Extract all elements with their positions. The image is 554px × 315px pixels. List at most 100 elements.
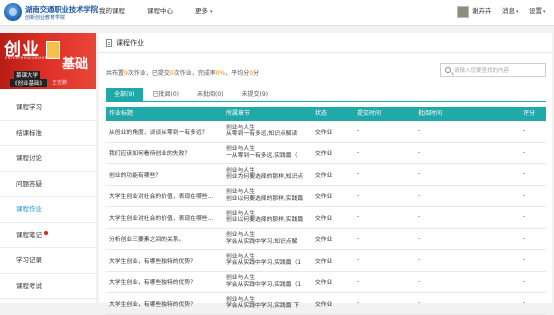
sidebar-item-completion-standard[interactable]: 结课标准	[0, 121, 96, 146]
table-row: 我们应该如何看待创业的失败？ 创业与人生 一从零到一有多远,实践篇（ 交作业 - - -	[106, 143, 546, 164]
banner-title-2: 基础	[62, 57, 89, 72]
panel-header: 课程作业	[99, 33, 552, 53]
chapter-cell: 创业与人生 从零到一有多远,知识点解读	[223, 121, 312, 142]
submit-time-cell: -	[357, 171, 360, 178]
submit-homework-link[interactable]: 交作业	[312, 229, 354, 250]
review-time-cell: -	[418, 128, 421, 135]
homework-title-link[interactable]: 创业的功能有哪些？	[106, 164, 223, 185]
tab-unreviewed[interactable]: 未批阅(0)	[189, 88, 232, 102]
col-submit-time: 提交时间	[357, 110, 382, 117]
score-cell: -	[523, 192, 526, 199]
review-time-cell: -	[418, 214, 421, 221]
submit-homework-link[interactable]: 交作业	[312, 164, 354, 185]
submit-time-cell: -	[357, 257, 360, 264]
submit-homework-link[interactable]: 交作业	[312, 121, 354, 142]
sidebar-menu: 课程学习 结课标准 课程讨论 问题答疑 课程作业 课程笔记 学习记录 课程考试	[0, 95, 96, 299]
homework-title-link[interactable]: 我们应该如何看待创业的失败？	[106, 143, 223, 164]
nav-course-center[interactable]: 课程中心	[147, 0, 173, 26]
main-nav: 我的课程 课程中心 更多 ▾	[99, 0, 235, 26]
col-review-time: 批阅时间	[418, 110, 443, 117]
submit-homework-link[interactable]: 交作业	[312, 250, 354, 271]
school-logo[interactable]: 湖南交通职业技术学院 创新创业教育学院	[4, 3, 98, 23]
homework-title-link[interactable]: 大学生创业，有哪些独特的优势？	[106, 293, 223, 314]
homework-panel: 课程作业 共布置9次作业，已提交0次作业，完成率0%，平均分0分 全部(9) 已…	[99, 33, 552, 315]
score-cell: -	[523, 278, 526, 285]
review-time-cell: -	[418, 257, 421, 264]
search-box[interactable]	[440, 63, 546, 77]
user-name[interactable]: 谢卉卉	[472, 5, 492, 15]
sidebar-item-qa[interactable]: 问题答疑	[0, 172, 96, 197]
tab-all[interactable]: 全部(9)	[106, 88, 143, 102]
top-navbar: 湖南交通职业技术学院 创新创业教育学院 我的课程 课程中心 更多 ▾ 谢卉卉 消息…	[0, 0, 554, 26]
score-cell: -	[523, 214, 526, 221]
col-score: 评分	[523, 110, 536, 117]
section-name: 学会从实践中学习,知识点解	[226, 238, 298, 245]
homework-title-link[interactable]: 大学生创业对社会的价值，表现在哪些...	[106, 186, 223, 207]
homework-title-link[interactable]: 从创业的角度，谈谈从零到一有多远？	[106, 121, 223, 142]
section-name: 从零到一有多远,知识点解读	[226, 131, 298, 138]
nav-more[interactable]: 更多 ▾	[195, 0, 213, 26]
submit-time-cell: -	[357, 278, 360, 285]
chapter-cell: 创业与人生 创业为何要选择的那样,知识点	[223, 164, 312, 185]
page-title: 课程作业	[116, 39, 144, 47]
chevron-down-icon: ▾	[210, 9, 213, 15]
school-emblem-icon	[4, 3, 22, 21]
submit-homework-link[interactable]: 交作业	[312, 143, 354, 164]
table-row: 大学生创业对社会的价值，表现在哪些... 创业与人生 创业以何要选择的那样,实践篇交…	[106, 207, 546, 229]
table-body: 从创业的角度，谈谈从零到一有多远？ 创业与人生 从零到一有多远,知识点解读 交作业 - -…	[106, 121, 546, 315]
submit-time-cell: -	[357, 192, 360, 199]
sidebar-item-exam[interactable]: 课程考试	[0, 274, 96, 299]
section-name: 学会从实践中学习,实践篇（1	[226, 260, 302, 267]
review-time-cell: -	[418, 171, 421, 178]
chevron-down-icon: ▾	[516, 9, 519, 15]
score-cell: -	[523, 128, 526, 135]
score-cell: -	[523, 235, 526, 242]
submit-time-cell: -	[357, 149, 360, 156]
nav-my-courses[interactable]: 我的课程	[99, 0, 125, 26]
homework-title-link[interactable]: 大学生创业，有哪些独特的优势？	[106, 250, 223, 271]
homework-title-link[interactable]: 大学生创业对社会的价值，表现在哪些...	[106, 207, 223, 228]
homework-table: 作业标题 所属章节 状态 提交时间 批阅时间 评分 从创业的角度，谈谈从零到一有…	[106, 107, 546, 315]
submit-time-cell: -	[357, 300, 360, 307]
tab-unsubmitted[interactable]: 未提交(9)	[234, 88, 277, 102]
table-row: 分析创业三要素之间的关系。 创业与人生 学会从实践中学习,知识点解 交作业 - - -	[106, 229, 546, 250]
avatar[interactable]	[457, 6, 469, 18]
submit-time-cell: -	[357, 128, 360, 135]
submit-homework-link[interactable]: 交作业	[312, 186, 354, 207]
submit-time-cell: -	[357, 214, 360, 221]
settings-menu[interactable]: 设置▾	[529, 5, 546, 15]
banner-tag-1: 慕课大学	[14, 71, 41, 79]
banner-english: ENTREPRENEURSHIP	[5, 56, 47, 60]
chapter-cell: 创业与人生 学会从实践中学习,实践篇 下	[223, 293, 312, 314]
table-row: 大学生创业，有哪些独特的优势？ 创业与人生 学会从实践中学习,实践篇（1 交作业 - - -	[106, 272, 546, 293]
submit-homework-link[interactable]: 交作业	[312, 272, 354, 293]
search-input[interactable]	[454, 66, 544, 75]
chevron-down-icon: ▾	[543, 9, 546, 15]
col-chapter: 所属章节	[226, 110, 251, 117]
sidebar-item-discussion[interactable]: 课程讨论	[0, 146, 96, 172]
submit-homework-link[interactable]: 交作业	[312, 207, 354, 228]
section-name: 创业以何要选择的那样,实践篇	[226, 195, 304, 202]
sidebar-item-notes[interactable]: 课程笔记	[0, 223, 96, 248]
tab-reviewed[interactable]: 已批阅(0)	[145, 88, 188, 102]
sidebar-item-course-study[interactable]: 课程学习	[0, 95, 96, 121]
chapter-cell: 创业与人生 一从零到一有多远,实践篇（	[223, 143, 312, 164]
review-time-cell: -	[418, 300, 421, 307]
review-time-cell: -	[418, 235, 421, 242]
messages-menu[interactable]: 消息▾	[502, 5, 519, 15]
score-cell: -	[523, 257, 526, 264]
submit-time-cell: -	[357, 235, 360, 242]
homework-title-link[interactable]: 大学生创业，有哪些独特的优势？	[106, 272, 223, 293]
chapter-cell: 创业与人生 学会从实践中学习,实践篇（1	[223, 250, 312, 271]
sidebar-item-records[interactable]: 学习记录	[0, 248, 96, 274]
chapter-cell: 创业与人生 创业以何要选择的那样,实践篇	[223, 186, 312, 207]
homework-title-link[interactable]: 分析创业三要素之间的关系。	[106, 229, 223, 250]
document-icon	[106, 39, 112, 47]
filter-tabs: 全部(9) 已批阅(0) 未批阅(0) 未提交(9)	[106, 88, 546, 102]
course-banner: 创业 ENTREPRENEURSHIP 基础 慕课大学 《创业基础》 王吉鹏	[0, 33, 96, 89]
banner-tag-2: 《创业基础》	[10, 79, 48, 87]
search-icon[interactable]	[445, 67, 451, 73]
completion-rate: 0%	[215, 70, 226, 77]
sidebar-item-homework[interactable]: 课程作业	[0, 197, 96, 223]
submit-homework-link[interactable]: 交作业	[312, 293, 354, 314]
